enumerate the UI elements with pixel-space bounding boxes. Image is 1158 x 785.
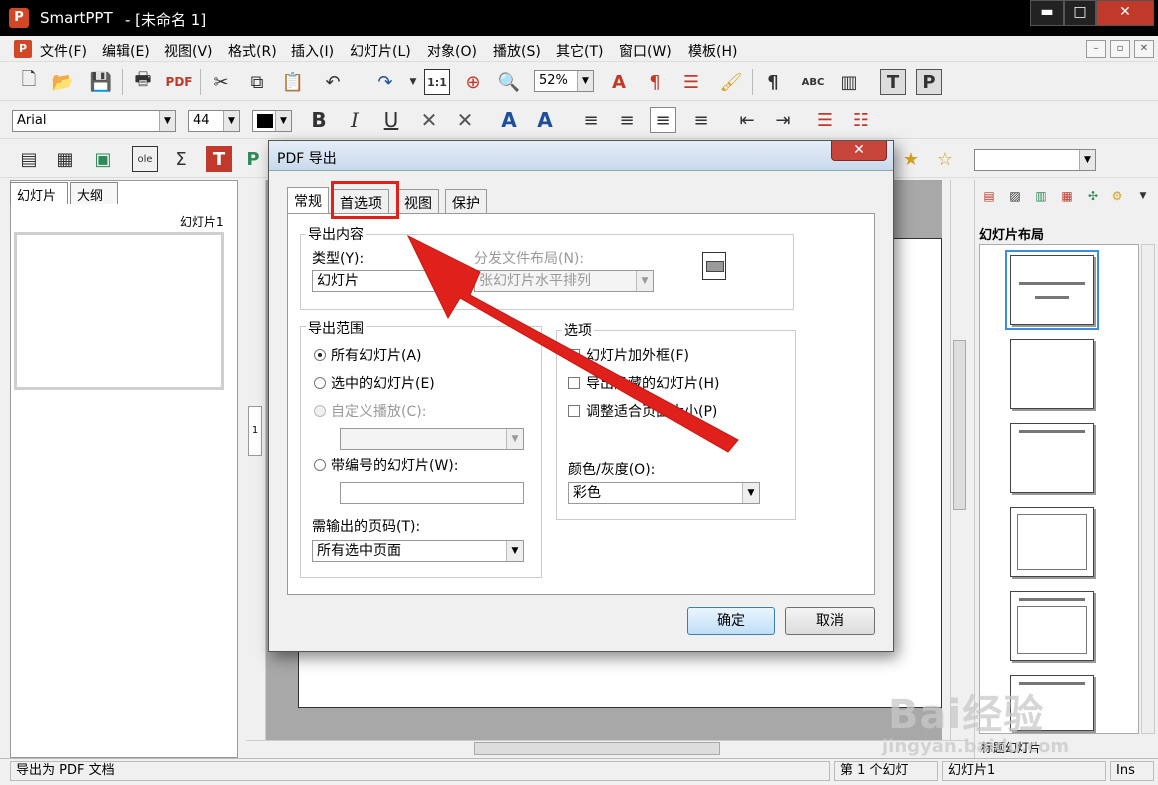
annotation-arrow-shape — [406, 234, 739, 453]
watermark-logo: Bai经验 — [888, 692, 1045, 738]
watermark-url: jingyan.baidu.com — [882, 736, 1070, 757]
annotation-arrow — [406, 234, 739, 453]
app-window: P SmartPPT - [未命名 1] ▬ □ ✕ P 文件(F) 编辑(E)… — [0, 0, 1158, 785]
